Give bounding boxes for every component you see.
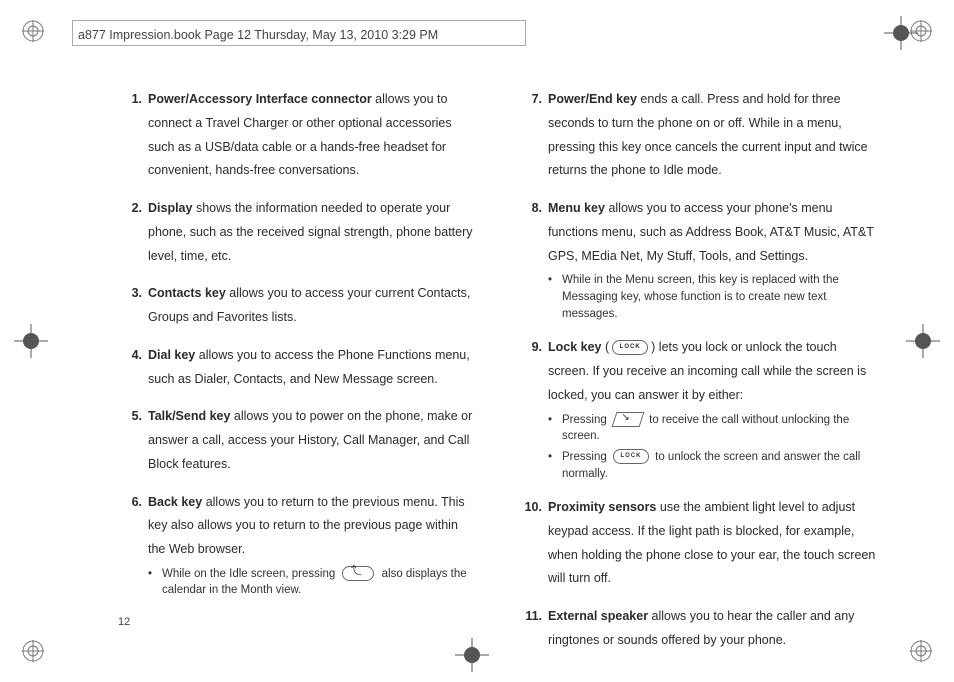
feature-item: 6.Back key allows you to return to the p… bbox=[118, 491, 478, 600]
item-subitem: While on the Idle screen, pressing also … bbox=[148, 566, 478, 599]
crop-mark-icon bbox=[884, 16, 918, 50]
item-number: 9. bbox=[518, 336, 542, 360]
item-sublist: While on the Idle screen, pressing also … bbox=[148, 566, 478, 599]
item-number: 1. bbox=[118, 88, 142, 112]
item-term: Power/Accessory Interface connector bbox=[148, 92, 372, 106]
item-subitem: Pressing to receive the call without unl… bbox=[548, 412, 878, 445]
registration-mark-icon bbox=[22, 20, 44, 42]
item-subitem: While in the Menu screen, this key is re… bbox=[548, 272, 878, 322]
crop-mark-icon bbox=[14, 324, 48, 358]
item-sublist: Pressing to receive the call without unl… bbox=[548, 412, 878, 483]
feature-list: 1. Power/Accessory Interface connector al… bbox=[118, 88, 878, 653]
feature-item: 2. Display shows the information needed t… bbox=[118, 197, 478, 268]
crop-mark-icon bbox=[906, 324, 940, 358]
item-number: 11. bbox=[518, 605, 542, 629]
item-sublist: While in the Menu screen, this key is re… bbox=[548, 272, 878, 322]
page-number: 12 bbox=[118, 616, 130, 628]
registration-mark-icon bbox=[22, 640, 44, 662]
page-header: a877 Impression.book Page 12 Thursday, M… bbox=[78, 28, 438, 42]
item-term: Dial key bbox=[148, 348, 195, 362]
registration-mark-icon bbox=[910, 640, 932, 662]
feature-item: 4. Dial key allows you to access the Phon… bbox=[118, 344, 478, 392]
back-key-icon bbox=[342, 566, 374, 581]
item-number: 4. bbox=[118, 344, 142, 368]
feature-item: 8.Menu key allows you to access your pho… bbox=[518, 197, 878, 322]
item-term: Lock key bbox=[548, 340, 602, 354]
item-term: Menu key bbox=[548, 201, 605, 215]
item-number: 10. bbox=[518, 496, 542, 520]
feature-item: 3.Contacts key allows you to access your… bbox=[118, 282, 478, 330]
item-number: 3. bbox=[118, 282, 142, 306]
lock-key-icon: LOCK bbox=[613, 449, 649, 464]
item-body: shows the information needed to operate … bbox=[148, 201, 473, 263]
feature-item: 7.Power/End key ends a call. Press and h… bbox=[518, 88, 878, 183]
call-key-icon bbox=[612, 412, 645, 427]
item-number: 6. bbox=[118, 491, 142, 515]
page-content: 1. Power/Accessory Interface connector al… bbox=[118, 88, 878, 628]
feature-item: 1.Power/Accessory Interface connector al… bbox=[118, 88, 478, 183]
item-term: Proximity sensors bbox=[548, 500, 656, 514]
feature-item: 10.Proximity sensors use the ambient lig… bbox=[518, 496, 878, 591]
item-term: Display bbox=[148, 201, 192, 215]
item-term: Contacts key bbox=[148, 286, 226, 300]
feature-item: 9.Lock key (LOCK) lets you lock or unloc… bbox=[518, 336, 878, 482]
feature-item: 5.Talk/Send key allows you to power on t… bbox=[118, 405, 478, 476]
item-number: 7. bbox=[518, 88, 542, 112]
item-body: allows you to access the Phone Functions… bbox=[148, 348, 470, 386]
item-number: 5. bbox=[118, 405, 142, 429]
item-term: External speaker bbox=[548, 609, 648, 623]
feature-item: 11.External speaker allows you to hear t… bbox=[518, 605, 878, 653]
item-subitem: Pressing LOCK to unlock the screen and a… bbox=[548, 449, 878, 482]
item-term: Talk/Send key bbox=[148, 409, 230, 423]
item-term: Back key bbox=[148, 495, 202, 509]
item-number: 8. bbox=[518, 197, 542, 221]
lock-key-icon: LOCK bbox=[612, 340, 648, 355]
item-term: Power/End key bbox=[548, 92, 637, 106]
item-number: 2. bbox=[118, 197, 142, 221]
